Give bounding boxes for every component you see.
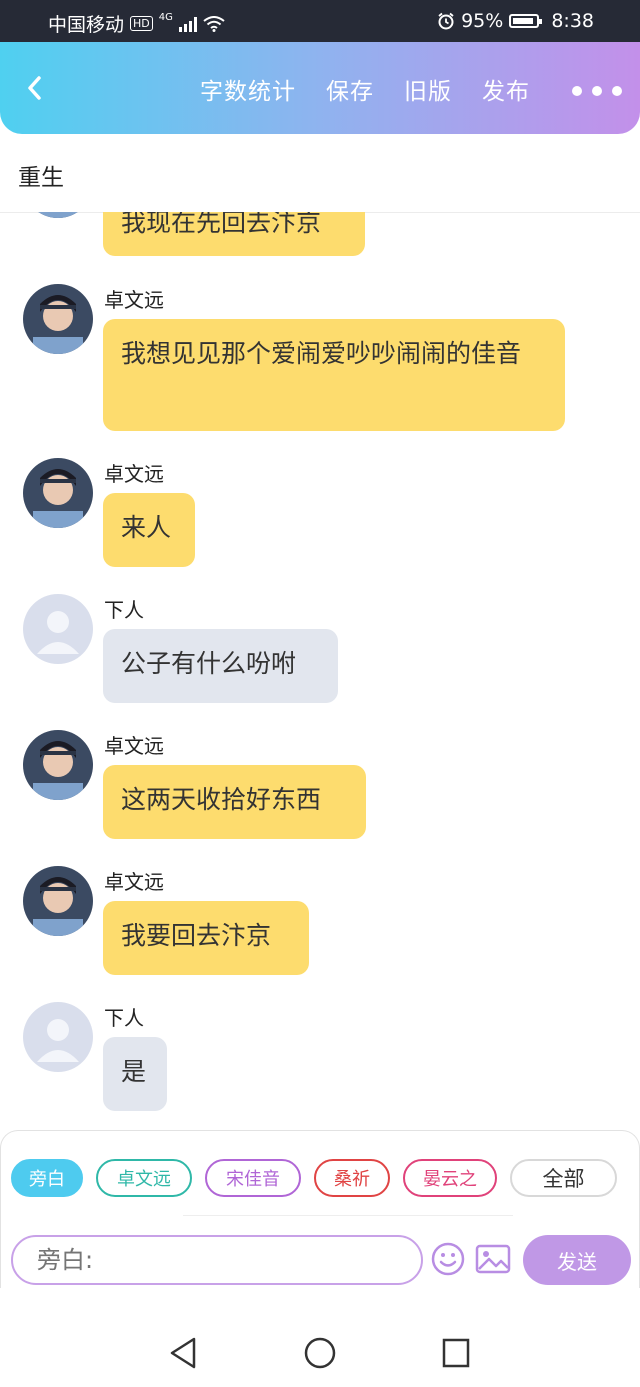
avatar-zhuo-wenyuan[interactable] [23, 458, 93, 528]
alarm-icon [438, 12, 454, 30]
avatar-zhuo-wenyuan[interactable] [23, 284, 93, 354]
top-toolbar: 字数统计 保存 旧版 发布 [0, 42, 640, 134]
status-right: 95% 8:38 [437, 10, 594, 32]
speaker-name: 卓文远 [104, 462, 164, 486]
message-bubble[interactable]: 我现在先回去汴京 [103, 212, 365, 256]
signal-icon [178, 16, 197, 32]
chapter-title-bar[interactable]: 重生 [0, 134, 640, 213]
character-chip-sang-qi[interactable]: 桑祈 [314, 1159, 390, 1197]
carrier-name: 中国移动 [48, 14, 125, 36]
status-bar: 中国移动 HD 4G 95% 8:38 [0, 0, 640, 42]
avatar-zhuo-wenyuan[interactable] [23, 730, 93, 800]
avatar-zhuo-wenyuan[interactable] [23, 866, 93, 936]
message-bubble[interactable]: 来人 [103, 493, 195, 567]
speaker-name: 下人 [104, 598, 144, 622]
default-avatar-icon[interactable] [23, 594, 93, 664]
message-bubble[interactable]: 公子有什么吩咐 [103, 629, 338, 703]
speaker-name: 卓文远 [104, 734, 164, 758]
wifi-icon [203, 15, 225, 32]
speaker-name: 下人 [104, 1006, 144, 1030]
system-nav-bar [0, 1314, 640, 1387]
message-input[interactable] [11, 1235, 423, 1285]
more-dots-icon[interactable] [572, 86, 622, 96]
hd-badge: HD [130, 16, 153, 31]
avatar-zhuo-wenyuan[interactable] [23, 212, 93, 218]
status-left: 中国移动 HD 4G [48, 10, 225, 37]
message-bubble[interactable]: 这两天收拾好东西 [103, 765, 366, 839]
character-chip-narrator[interactable]: 旁白 [11, 1159, 83, 1197]
old-version-button[interactable]: 旧版 [404, 72, 452, 106]
speaker-name: 卓文远 [104, 288, 164, 312]
send-button[interactable]: 发送 [523, 1235, 631, 1285]
message-bubble[interactable]: 我要回去汴京 [103, 901, 309, 975]
chat-list[interactable]: 我现在先回去汴京 卓文远 我想见见那个爱闹爱吵吵闹闹的佳音 卓文远 来人 下人 … [0, 212, 640, 1130]
image-icon[interactable] [475, 1243, 511, 1275]
character-chip-all[interactable]: 全部 [510, 1159, 617, 1197]
speaker-name: 卓文远 [104, 870, 164, 894]
clock: 8:38 [551, 10, 594, 32]
back-arrow-icon[interactable] [18, 70, 54, 106]
message-bubble[interactable]: 是 [103, 1037, 167, 1111]
back-triangle-icon[interactable] [168, 1336, 198, 1370]
character-chip-song-jiayin[interactable]: 宋佳音 [205, 1159, 301, 1197]
emoji-icon[interactable] [430, 1241, 466, 1277]
character-chip-yan-yunzhi[interactable]: 晏云之 [403, 1159, 497, 1197]
battery-icon [509, 14, 543, 28]
toolbar-actions: 字数统计 保存 旧版 发布 [200, 72, 530, 106]
battery-percent: 95% [461, 10, 504, 32]
composer-panel: 旁白 卓文远 宋佳音 桑祈 晏云之 全部 发送 [0, 1130, 640, 1288]
recents-square-icon[interactable] [441, 1336, 471, 1370]
default-avatar-icon[interactable] [23, 1002, 93, 1072]
chapter-title: 重生 [18, 165, 64, 191]
network-type: 4G [158, 12, 173, 23]
character-chip-zhuo-wenyuan[interactable]: 卓文远 [96, 1159, 192, 1197]
word-count-button[interactable]: 字数统计 [200, 72, 296, 106]
divider [183, 1215, 513, 1216]
publish-button[interactable]: 发布 [482, 72, 530, 106]
home-circle-icon[interactable] [304, 1336, 336, 1370]
character-selector: 旁白 卓文远 宋佳音 桑祈 晏云之 全部 [11, 1159, 617, 1197]
save-button[interactable]: 保存 [326, 72, 374, 106]
message-bubble[interactable]: 我想见见那个爱闹爱吵吵闹闹的佳音 [103, 319, 565, 431]
